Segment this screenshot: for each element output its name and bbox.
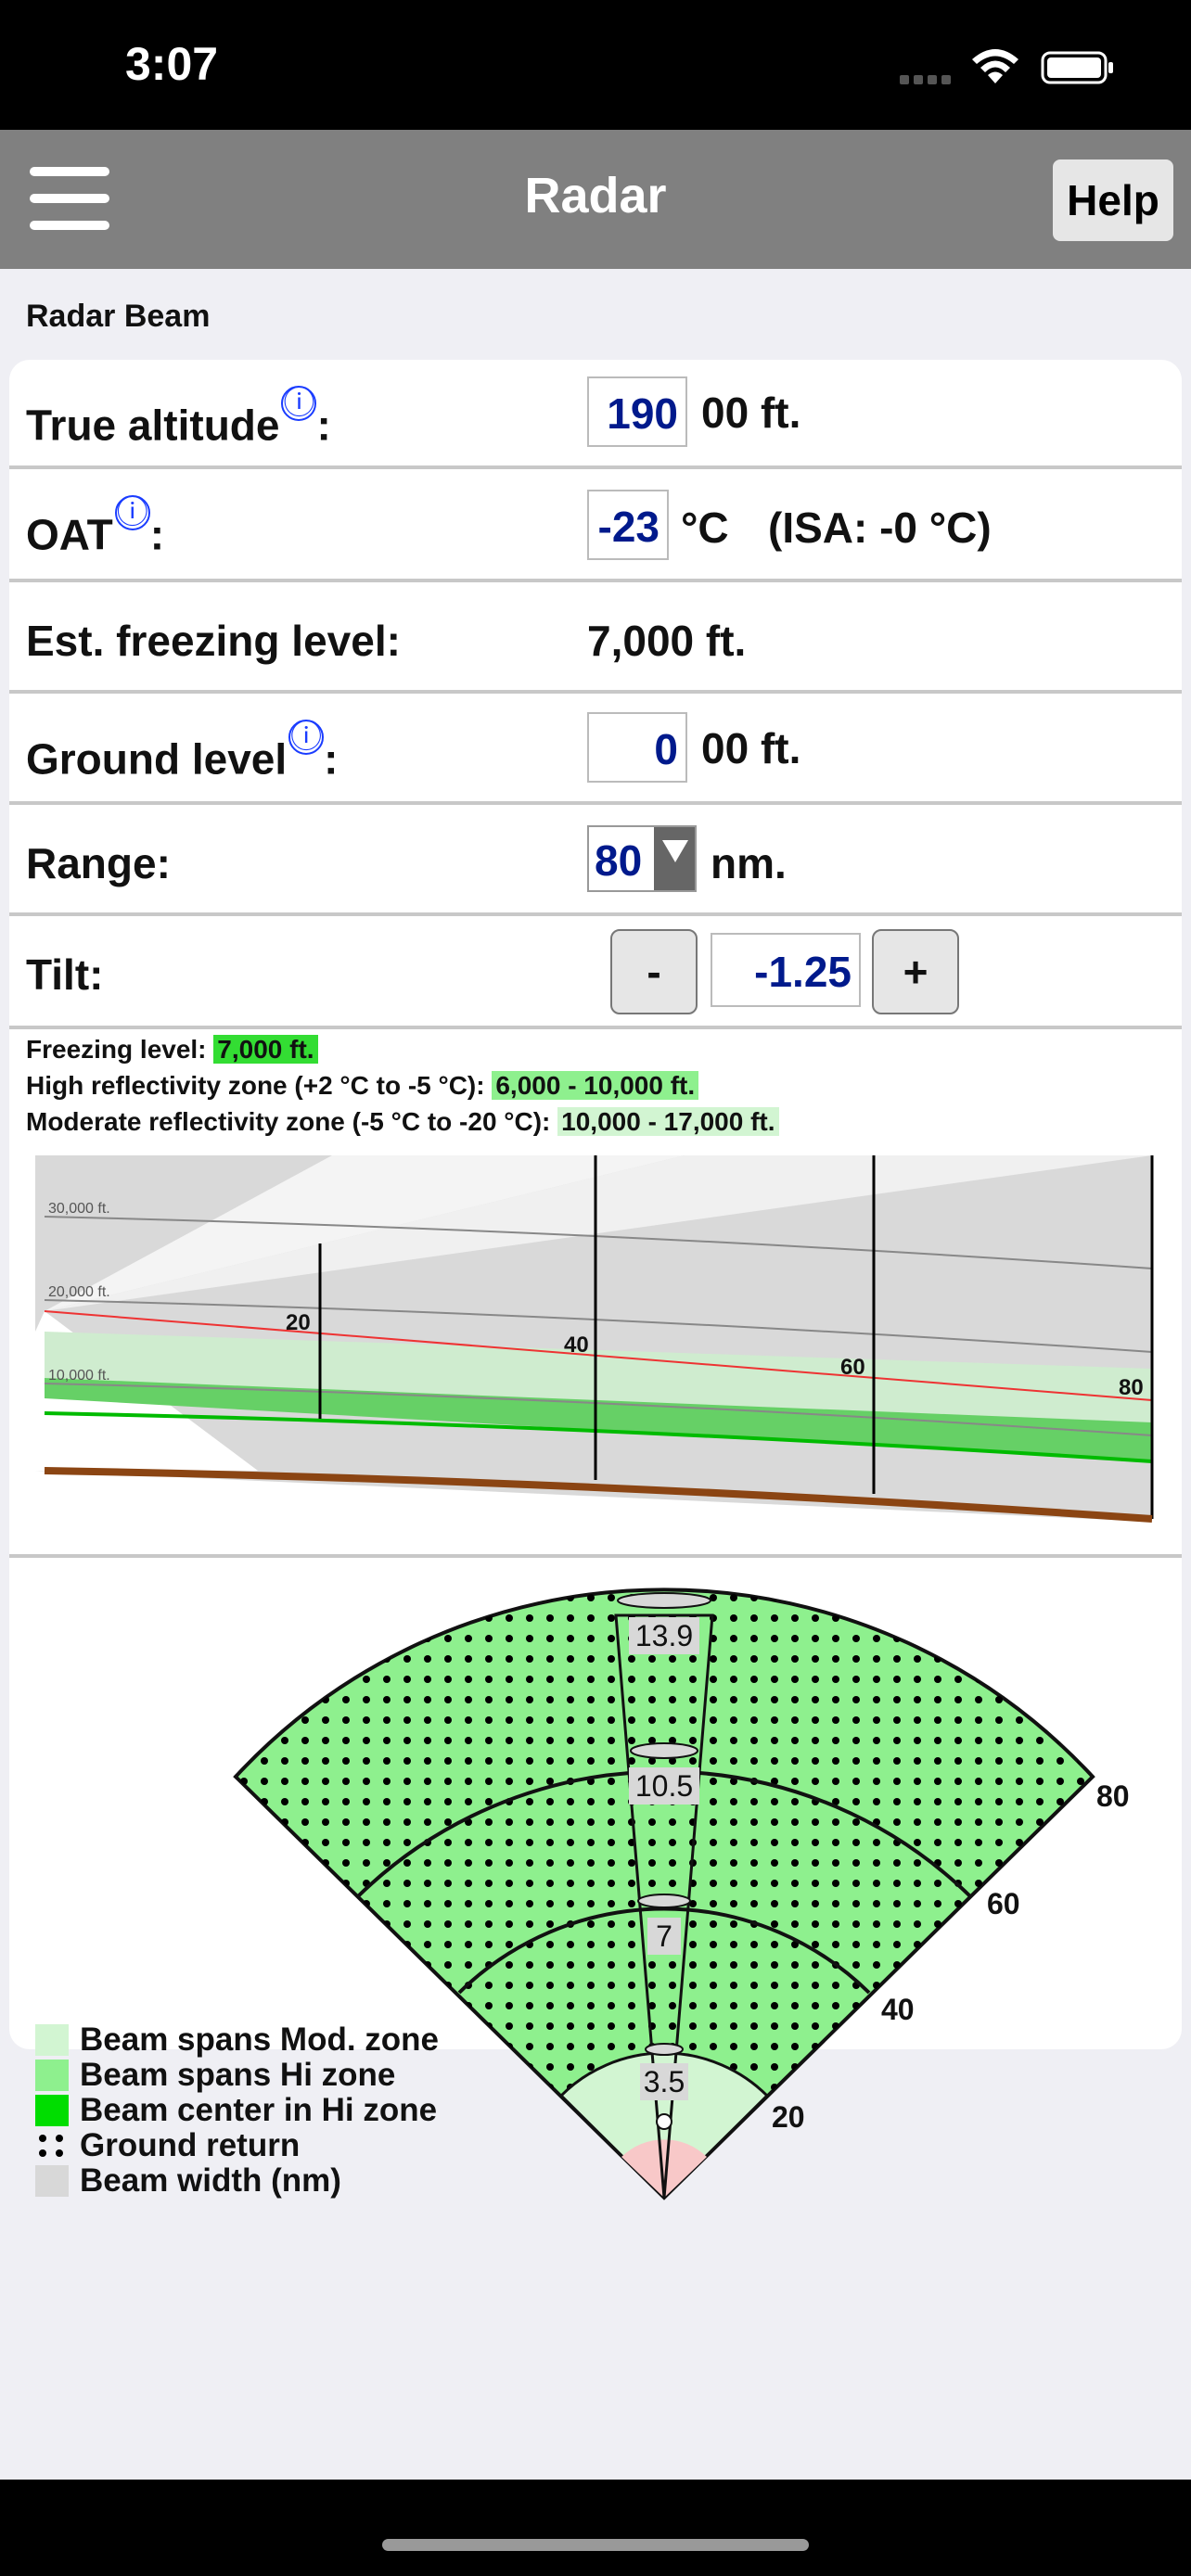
info-icon[interactable]: ⓘ	[281, 386, 317, 421]
mod-zone-line: Moderate reflectivity zone (-5 °C to -20…	[26, 1107, 779, 1137]
range-label-20: 20	[286, 1310, 311, 1335]
row-true-altitude: True altitude ⓘ: 190 00 ft.	[9, 360, 1182, 469]
row-est-freezing: Est. freezing level: 7,000 ft.	[9, 582, 1182, 694]
beam-width-label-2: 7	[656, 1919, 672, 1953]
beam-ellipse-20	[645, 2043, 684, 2056]
range-label-80: 80	[1119, 1375, 1144, 1400]
beam-width-label-4: 13.9	[635, 1619, 693, 1652]
true-altitude-label-text: True altitude	[26, 401, 280, 450]
wifi-icon	[972, 49, 1018, 83]
freezing-level-line: Freezing level: 7,000 ft.	[26, 1035, 318, 1065]
range-select-value: 80	[595, 836, 643, 885]
nav-bar: Radar Help	[0, 130, 1191, 269]
est-freezing-label: Est. freezing level:	[26, 617, 401, 665]
legend-swatch-hi	[35, 2060, 69, 2091]
legend-swatch-center	[35, 2095, 69, 2126]
help-button[interactable]: Help	[1053, 159, 1173, 241]
colon: :	[324, 734, 339, 784]
ground-level-unit: 00 ft.	[701, 724, 801, 772]
battery-icon	[1041, 51, 1113, 84]
colon: :	[149, 510, 165, 559]
legend-label-width: Beam width (nm)	[80, 2162, 341, 2199]
legend-label-mod: Beam spans Mod. zone	[80, 2021, 440, 2058]
hi-zone-value: 6,000 - 10,000 ft.	[492, 1071, 699, 1100]
status-bar: 3:07	[0, 0, 1191, 130]
row-oat: OAT ⓘ: -23 °C (ISA: -0 °C)	[9, 469, 1182, 582]
legend-label-ground: Ground return	[80, 2127, 301, 2163]
oat-unit: °C	[681, 504, 729, 552]
legend-label-center: Beam center in Hi zone	[80, 2092, 438, 2128]
oat-label-text: OAT	[26, 510, 113, 559]
beam-ellipse-60	[630, 1742, 698, 1759]
oat-input[interactable]: -23	[587, 490, 669, 560]
vertical-profile-diagram: 30,000 ft. 20,000 ft. 10,000 ft. 20 40 6…	[35, 1155, 1154, 1523]
info-icon[interactable]: ⓘ	[114, 495, 150, 530]
page-title: Radar	[524, 168, 667, 223]
range-unit: nm.	[711, 839, 787, 887]
dropdown-arrow-icon	[654, 827, 695, 890]
colon: :	[316, 401, 331, 450]
mod-zone-label: Moderate reflectivity zone (-5 °C to -20…	[26, 1107, 551, 1136]
ring-label-40: 40	[881, 1993, 915, 2026]
beam-ellipse-near	[656, 2113, 672, 2130]
legend-swatch-width	[35, 2165, 69, 2197]
legend-label-hi: Beam spans Hi zone	[80, 2057, 396, 2093]
freezing-level-value: 7,000 ft.	[213, 1035, 318, 1064]
row-ground-level: Ground level ⓘ: 0 00 ft.	[9, 694, 1182, 805]
tilt-input[interactable]: -1.25	[711, 933, 861, 1007]
home-indicator[interactable]	[382, 2539, 809, 2551]
section-label: Radar Beam	[26, 299, 211, 334]
est-freezing-value: 7,000 ft.	[587, 617, 747, 665]
range-label: Range:	[26, 839, 171, 887]
row-range: Range: 80 nm.	[9, 805, 1182, 916]
ground-level-label: Ground level ⓘ:	[26, 720, 339, 784]
range-select[interactable]: 80	[587, 825, 697, 892]
hi-zone-line: High reflectivity zone (+2 °C to -5 °C):…	[26, 1071, 699, 1101]
info-icon[interactable]: ⓘ	[288, 720, 325, 755]
beam-ellipse-80	[617, 1592, 711, 1609]
status-time: 3:07	[125, 38, 219, 90]
ground-level-label-text: Ground level	[26, 734, 288, 784]
signal-icon	[900, 72, 955, 89]
tilt-increase-button[interactable]: +	[872, 929, 959, 1014]
range-label-60: 60	[840, 1355, 865, 1380]
legend-swatch-dots	[37, 2133, 67, 2161]
hi-zone-label: High reflectivity zone (+2 °C to -5 °C):	[26, 1071, 485, 1100]
true-altitude-input[interactable]: 190	[587, 376, 687, 447]
mod-zone-value: 10,000 - 17,000 ft.	[557, 1107, 779, 1136]
alt-label-30k: 30,000 ft.	[48, 1201, 110, 1217]
ground-level-input[interactable]: 0	[587, 712, 687, 783]
beam-width-label-1: 3.5	[644, 2065, 685, 2098]
row-tilt: Tilt: - -1.25 +	[9, 916, 1182, 1029]
ring-label-20: 20	[772, 2100, 805, 2134]
legend-swatch-mod	[35, 2024, 69, 2056]
beam-ellipse-40	[637, 1894, 691, 1908]
true-altitude-unit: 00 ft.	[701, 389, 801, 437]
true-altitude-label: True altitude ⓘ:	[26, 386, 331, 450]
ring-label-80: 80	[1096, 1779, 1130, 1813]
tilt-label: Tilt:	[26, 950, 104, 999]
ring-label-60: 60	[987, 1887, 1020, 1920]
range-label-40: 40	[564, 1333, 589, 1358]
divider	[9, 1554, 1182, 1558]
home-bar	[0, 2480, 1191, 2576]
oat-label: OAT ⓘ:	[26, 495, 165, 559]
beam-width-label-3: 10.5	[635, 1769, 693, 1803]
freezing-level-label: Freezing level:	[26, 1035, 207, 1064]
isa-deviation: (ISA: -0 °C)	[768, 504, 992, 552]
alt-label-10k: 10,000 ft.	[48, 1368, 110, 1384]
alt-label-20k: 20,000 ft.	[48, 1284, 110, 1300]
tilt-decrease-button[interactable]: -	[610, 929, 698, 1014]
